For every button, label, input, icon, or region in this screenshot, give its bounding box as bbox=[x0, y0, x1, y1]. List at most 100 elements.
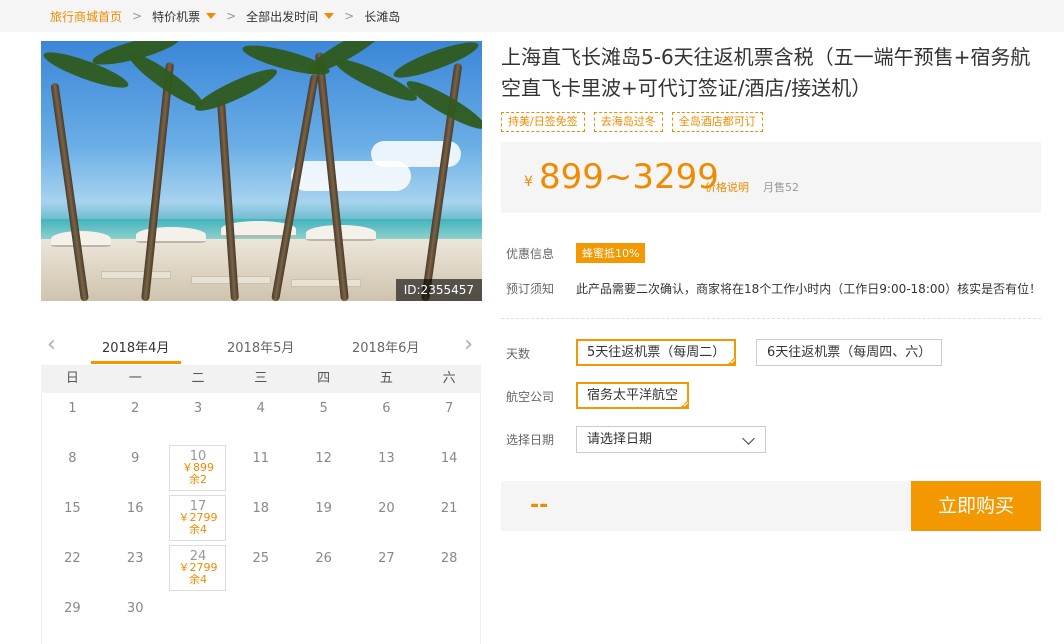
check-icon bbox=[726, 356, 737, 366]
month-tab-may[interactable]: 2018年5月 bbox=[227, 337, 294, 356]
chevron-left-icon[interactable]: ‹ bbox=[47, 334, 56, 356]
airline-option-cebu-pacific[interactable]: 宿务太平洋航空 bbox=[576, 382, 690, 409]
weekday-label: 日 bbox=[65, 371, 79, 386]
day-number: 11 bbox=[252, 451, 270, 466]
chair-shape bbox=[101, 271, 171, 279]
breadcrumb-separator: > bbox=[344, 9, 355, 23]
month-tab-april[interactable]: 2018年4月 bbox=[102, 337, 169, 356]
weekday-label: 三 bbox=[254, 371, 268, 386]
calendar-day: 30 bbox=[104, 593, 167, 643]
day-number: 5 bbox=[319, 401, 328, 416]
day-number: 25 bbox=[252, 551, 270, 566]
day-number: 15 bbox=[64, 501, 81, 516]
airline-label: 航空公司 bbox=[506, 390, 555, 404]
calendar-day: 20 bbox=[355, 493, 418, 543]
breadcrumb-category-label: 特价机票 bbox=[152, 9, 201, 24]
breadcrumb-departure-dropdown[interactable]: 全部出发时间 bbox=[246, 8, 335, 25]
image-id-badge: ID:2355457 bbox=[395, 279, 482, 301]
total-price-placeholder: -- bbox=[530, 493, 549, 518]
breadcrumb-home-link[interactable]: 旅行商城首页 bbox=[50, 8, 122, 25]
palm-frond bbox=[402, 74, 482, 136]
airline-option-label: 宿务太平洋航空 bbox=[587, 388, 679, 403]
day-number: 3 bbox=[193, 401, 203, 416]
calendar-day: 5 bbox=[292, 393, 355, 443]
day-number: 30 bbox=[126, 601, 144, 616]
price-box: ¥ 899~3299 价格说明 月售52 bbox=[501, 142, 1041, 213]
breadcrumb-destination: 长滩岛 bbox=[364, 9, 401, 24]
date-label: 选择日期 bbox=[506, 433, 555, 447]
day-number: 8 bbox=[68, 451, 77, 466]
buy-now-button[interactable]: 立即购买 bbox=[911, 481, 1041, 531]
palm-frond bbox=[331, 52, 421, 108]
calendar-day: 14 bbox=[418, 443, 481, 493]
calendar-day: 1 bbox=[41, 393, 104, 443]
breadcrumb: 旅行商城首页 > 特价机票 > 全部出发时间 > 长滩岛 bbox=[0, 0, 1064, 32]
day-number: 18 bbox=[252, 501, 270, 516]
calendar-border bbox=[480, 393, 481, 644]
calendar-month-tabs: ‹ 2018年4月 2018年5月 2018年6月 › bbox=[41, 327, 481, 365]
day-number: 29 bbox=[64, 601, 81, 616]
calendar-day: 3 bbox=[167, 393, 230, 443]
calendar-day: 29 bbox=[41, 593, 104, 643]
chair-shape bbox=[291, 279, 361, 287]
days-option-label: 6天往返机票（每周四、六） bbox=[767, 345, 932, 360]
days-option-6[interactable]: 6天往返机票（每周四、六） bbox=[756, 339, 943, 366]
calendar-day: 16 bbox=[104, 493, 167, 543]
calendar-day: 18 bbox=[229, 493, 292, 543]
calendar-day: 22 bbox=[41, 543, 104, 593]
weekday-label: 五 bbox=[379, 371, 393, 386]
breadcrumb-separator: > bbox=[226, 9, 237, 23]
day-number: 6 bbox=[382, 401, 391, 416]
product-tags: 持美/日签免签 去海岛过冬 全岛酒店都可订 bbox=[501, 112, 763, 132]
day-remaining: 余4 bbox=[188, 523, 207, 536]
calendar-day: 6 bbox=[355, 393, 418, 443]
calendar-day-grid: 1 2 3 4 5 6 7 8 9 10 ￥899 余2 11 12 13 14 15 16 17 ￥2799 余4 18… bbox=[41, 393, 481, 643]
calendar-day: 2 bbox=[104, 393, 167, 443]
day-number: 2 bbox=[131, 401, 140, 416]
day-number: 1 bbox=[68, 401, 77, 416]
calendar-day: 19 bbox=[292, 493, 355, 543]
breadcrumb-departure-label: 全部出发时间 bbox=[246, 9, 319, 24]
days-option-5[interactable]: 5天往返机票（每周二） bbox=[576, 339, 737, 366]
day-number: 12 bbox=[315, 451, 332, 466]
day-number: 20 bbox=[378, 501, 395, 516]
weekday-label: 六 bbox=[442, 371, 456, 386]
promo-badge: 蜂蜜抵10% bbox=[576, 243, 646, 263]
calendar-day: 13 bbox=[355, 443, 418, 493]
day-number: 7 bbox=[445, 401, 454, 416]
calendar-day-available[interactable]: 10 ￥899 余2 bbox=[167, 443, 230, 493]
calendar-day: 25 bbox=[229, 543, 292, 593]
breadcrumb-separator: > bbox=[132, 9, 143, 23]
month-tab-june[interactable]: 2018年6月 bbox=[352, 337, 419, 356]
day-number: 19 bbox=[315, 501, 332, 516]
day-number: 26 bbox=[315, 551, 332, 566]
day-number: 16 bbox=[126, 501, 144, 516]
price-explain-link[interactable]: 价格说明 bbox=[705, 179, 749, 195]
promo-label: 优惠信息 bbox=[506, 247, 555, 261]
day-remaining: 余4 bbox=[188, 573, 207, 586]
calendar-day: 15 bbox=[41, 493, 104, 543]
monthly-sales: 月售52 bbox=[763, 181, 799, 194]
day-number: 21 bbox=[440, 501, 458, 516]
calendar-day: 28 bbox=[418, 543, 481, 593]
calendar-day: 9 bbox=[104, 443, 167, 493]
calendar-day-available[interactable]: 24 ￥2799 余4 bbox=[167, 543, 230, 593]
chevron-right-icon[interactable]: › bbox=[464, 334, 473, 356]
day-number: 28 bbox=[440, 551, 458, 566]
product-tag: 全岛酒店都可订 bbox=[671, 112, 763, 132]
product-image: ID:2355457 bbox=[41, 41, 482, 301]
calendar-day-available[interactable]: 17 ￥2799 余4 bbox=[167, 493, 230, 543]
day-number: 22 bbox=[64, 551, 81, 566]
calendar-day: 8 bbox=[41, 443, 104, 493]
day-number: 23 bbox=[126, 551, 144, 566]
calendar: ‹ 2018年4月 2018年5月 2018年6月 › 日 一 二 三 四 五 … bbox=[41, 327, 481, 644]
palm-frond bbox=[191, 62, 281, 118]
date-select[interactable]: 请选择日期 bbox=[576, 426, 766, 453]
breadcrumb-category-dropdown[interactable]: 特价机票 bbox=[152, 8, 217, 25]
day-remaining: 余2 bbox=[188, 473, 207, 486]
calendar-weekday-header: 日 一 二 三 四 五 六 bbox=[41, 365, 481, 393]
date-select-placeholder: 请选择日期 bbox=[587, 432, 653, 447]
currency-symbol: ¥ bbox=[524, 174, 533, 190]
caret-down-icon bbox=[324, 13, 335, 19]
days-label: 天数 bbox=[506, 347, 531, 361]
